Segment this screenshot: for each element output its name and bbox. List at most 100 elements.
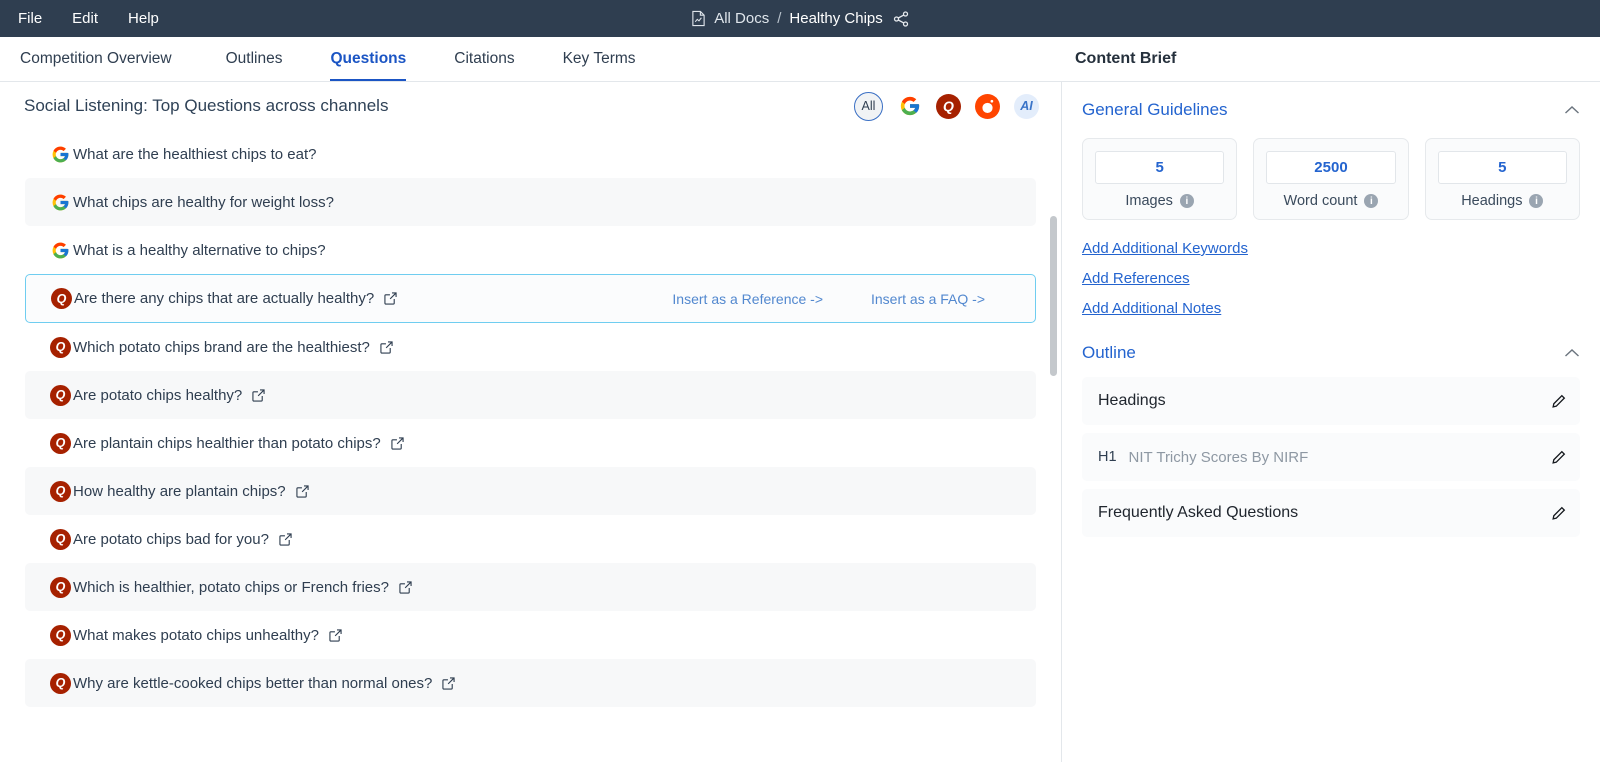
- question-row-main: Why are kettle-cooked chips better than …: [73, 675, 455, 692]
- info-icon[interactable]: i: [1180, 194, 1194, 208]
- menu-edit[interactable]: Edit: [72, 10, 98, 27]
- question-row[interactable]: Q How healthy are plantain chips?: [25, 467, 1036, 515]
- tab-citations[interactable]: Citations: [430, 37, 538, 81]
- outline-row-headings[interactable]: Headings: [1082, 377, 1580, 425]
- content-brief-header: Content Brief: [1075, 37, 1176, 81]
- question-row[interactable]: Q Why are kettle-cooked chips better tha…: [25, 659, 1036, 707]
- question-text: Are potato chips bad for you?: [73, 531, 269, 548]
- question-text: What chips are healthy for weight loss?: [73, 194, 334, 211]
- guideline-stats: 5 Images i 2500 Word count i 5 Headings …: [1082, 138, 1580, 220]
- share-icon[interactable]: [891, 11, 909, 27]
- question-text: Which is healthier, potato chips or Fren…: [73, 579, 389, 596]
- filter-all[interactable]: All: [854, 92, 883, 121]
- pencil-icon[interactable]: [1551, 450, 1566, 465]
- tab-key-terms[interactable]: Key Terms: [539, 37, 660, 81]
- quora-icon: Q: [51, 288, 72, 309]
- outline-row-text: Frequently Asked Questions: [1098, 504, 1298, 522]
- external-link-icon[interactable]: [399, 581, 412, 594]
- external-link-icon[interactable]: [329, 629, 342, 642]
- insert-as-reference-button[interactable]: Insert as a Reference ->: [672, 291, 823, 307]
- questions-panel: Social Listening: Top Questions across c…: [0, 82, 1062, 762]
- external-link-icon[interactable]: [391, 437, 404, 450]
- filter-reddit[interactable]: [975, 94, 1000, 119]
- stat-card-images: 5 Images i: [1082, 138, 1237, 220]
- question-row[interactable]: Q Are plantain chips healthier than pota…: [25, 419, 1036, 467]
- questions-panel-header: Social Listening: Top Questions across c…: [0, 82, 1061, 130]
- outline-row-h1[interactable]: H1 NIT Trichy Scores By NIRF: [1082, 433, 1580, 481]
- question-row[interactable]: Q What makes potato chips unhealthy?: [25, 611, 1036, 659]
- question-row[interactable]: Q Are potato chips bad for you?: [25, 515, 1036, 563]
- info-icon[interactable]: i: [1364, 194, 1378, 208]
- menu-items: File Edit Help: [0, 10, 159, 27]
- question-text: Are plantain chips healthier than potato…: [73, 435, 381, 452]
- pencil-icon[interactable]: [1551, 506, 1566, 521]
- additional-links: Add Additional Keywords Add References A…: [1082, 240, 1580, 317]
- add-additional-notes-link[interactable]: Add Additional Notes: [1082, 300, 1221, 317]
- question-row[interactable]: What is a healthy alternative to chips?: [25, 226, 1036, 274]
- question-text: What is a healthy alternative to chips?: [73, 242, 326, 259]
- question-row-actions: Insert as a Reference -> Insert as a FAQ…: [672, 291, 1015, 307]
- outline-row-faq[interactable]: Frequently Asked Questions: [1082, 489, 1580, 537]
- panel-title: Social Listening: Top Questions across c…: [24, 96, 388, 116]
- add-additional-keywords-link[interactable]: Add Additional Keywords: [1082, 240, 1248, 257]
- stat-card-word-count: 2500 Word count i: [1253, 138, 1408, 220]
- external-link-icon[interactable]: [279, 533, 292, 546]
- question-row[interactable]: Q Which is healthier, potato chips or Fr…: [25, 563, 1036, 611]
- external-link-icon[interactable]: [442, 677, 455, 690]
- questions-scrollbar-track[interactable]: [1050, 134, 1057, 760]
- general-guidelines-title: General Guidelines: [1082, 100, 1228, 120]
- quora-icon: Q: [50, 337, 71, 358]
- chevron-up-icon[interactable]: [1564, 348, 1580, 358]
- tab-outlines[interactable]: Outlines: [202, 37, 307, 81]
- filter-google[interactable]: [897, 94, 922, 119]
- outline-rows: Headings H1 NIT Trichy Scores By NIRF: [1082, 377, 1580, 537]
- outline-header[interactable]: Outline: [1082, 343, 1580, 367]
- external-link-icon[interactable]: [252, 389, 265, 402]
- headings-input[interactable]: 5: [1438, 151, 1567, 184]
- question-row-main: Are plantain chips healthier than potato…: [73, 435, 404, 452]
- questions-scrollbar-thumb[interactable]: [1050, 216, 1057, 376]
- quora-icon: Q: [50, 433, 71, 454]
- word-count-input[interactable]: 2500: [1266, 151, 1395, 184]
- filter-quora[interactable]: Q: [936, 94, 961, 119]
- chevron-up-icon[interactable]: [1564, 105, 1580, 115]
- question-row-main: How healthy are plantain chips?: [73, 483, 309, 500]
- external-link-icon[interactable]: [296, 485, 309, 498]
- question-row-selected[interactable]: Q Are there any chips that are actually …: [25, 274, 1036, 323]
- add-references-link[interactable]: Add References: [1082, 270, 1190, 287]
- question-row[interactable]: Q Are potato chips healthy?: [25, 371, 1036, 419]
- external-link-icon[interactable]: [380, 341, 393, 354]
- outline-row-content: H1 NIT Trichy Scores By NIRF: [1098, 449, 1308, 466]
- question-row[interactable]: Q Which potato chips brand are the healt…: [25, 323, 1036, 371]
- info-icon[interactable]: i: [1529, 194, 1543, 208]
- menu-file[interactable]: File: [18, 10, 42, 27]
- questions-list: What are the healthiest chips to eat? Wh…: [0, 130, 1061, 762]
- question-row[interactable]: What chips are healthy for weight loss?: [25, 178, 1036, 226]
- outline-row-content: Frequently Asked Questions: [1098, 504, 1298, 522]
- question-row-main: Are potato chips bad for you?: [73, 531, 292, 548]
- menu-help[interactable]: Help: [128, 10, 159, 27]
- pencil-icon[interactable]: [1551, 394, 1566, 409]
- stat-card-headings: 5 Headings i: [1425, 138, 1580, 220]
- question-text: What are the healthiest chips to eat?: [73, 146, 316, 163]
- document-chart-icon: [691, 10, 706, 27]
- insert-as-faq-button[interactable]: Insert as a FAQ ->: [871, 291, 985, 307]
- question-row[interactable]: What are the healthiest chips to eat?: [25, 130, 1036, 178]
- breadcrumb-current-doc[interactable]: Healthy Chips: [789, 10, 882, 27]
- general-guidelines-header[interactable]: General Guidelines: [1082, 100, 1580, 124]
- quora-icon: Q: [50, 481, 71, 502]
- google-icon: [50, 192, 71, 213]
- question-text: Are there any chips that are actually he…: [74, 290, 374, 307]
- tab-list: Competition Overview Outlines Questions …: [0, 37, 660, 81]
- breadcrumb-separator: /: [777, 10, 781, 27]
- images-label-row: Images i: [1095, 193, 1224, 209]
- question-text: Why are kettle-cooked chips better than …: [73, 675, 432, 692]
- external-link-icon[interactable]: [384, 292, 397, 305]
- images-input[interactable]: 5: [1095, 151, 1224, 184]
- tab-questions[interactable]: Questions: [306, 37, 430, 81]
- breadcrumb-all-docs[interactable]: All Docs: [714, 10, 769, 27]
- tab-bar: Competition Overview Outlines Questions …: [0, 37, 1600, 82]
- tab-competition-overview[interactable]: Competition Overview: [20, 37, 202, 81]
- filter-ai[interactable]: AI: [1014, 94, 1039, 119]
- question-text: How healthy are plantain chips?: [73, 483, 286, 500]
